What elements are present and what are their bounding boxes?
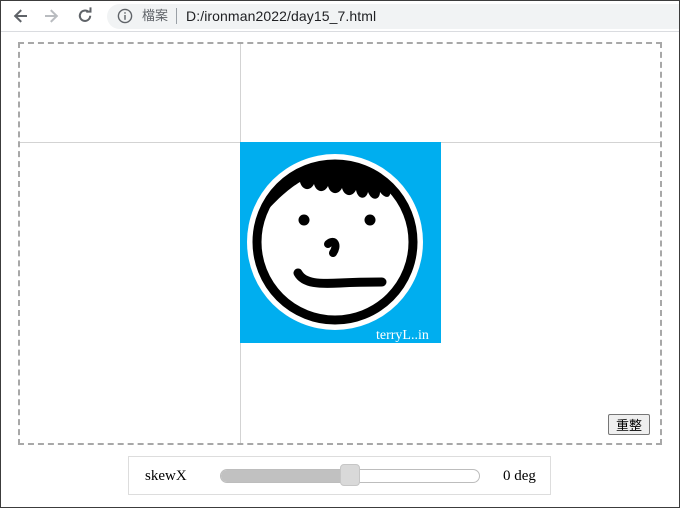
avatar-image: terryL..in <box>240 142 441 343</box>
address-bar[interactable]: 檔案 D:/ironman2022/day15_7.html <box>107 4 679 29</box>
skewx-slider-fill <box>221 470 351 482</box>
site-info-label: 檔案 <box>142 8 169 23</box>
back-button[interactable] <box>8 5 32 27</box>
avatar-watermark: terryL..in <box>376 328 429 343</box>
reset-button[interactable]: 重整 <box>608 414 650 435</box>
info-icon[interactable] <box>117 8 133 24</box>
skewx-value-readout: 0 deg <box>503 467 536 485</box>
forward-button[interactable] <box>40 5 64 27</box>
forward-arrow-icon <box>45 9 59 23</box>
omnibox-divider <box>176 8 177 24</box>
smiley-face-icon: terryL..in <box>240 142 441 343</box>
skewx-slider-thumb[interactable] <box>340 464 360 486</box>
reload-icon <box>78 7 92 22</box>
skewx-label: skewX <box>145 468 187 484</box>
transform-stage: terryL..in 重整 <box>18 42 662 445</box>
back-arrow-icon <box>13 9 27 23</box>
skewx-unit: deg <box>514 468 536 484</box>
url-text[interactable]: D:/ironman2022/day15_7.html <box>186 8 376 24</box>
skewx-value: 0 <box>503 468 511 484</box>
control-panel: skewX 0 deg <box>128 456 551 495</box>
browser-toolbar: 檔案 D:/ironman2022/day15_7.html <box>1 1 679 32</box>
reload-button[interactable] <box>73 5 97 27</box>
